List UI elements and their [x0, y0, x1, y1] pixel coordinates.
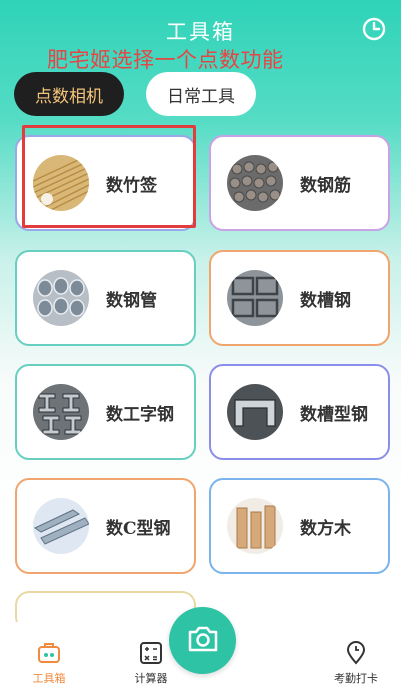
card-label: 数槽型钢	[300, 404, 368, 425]
tab-daily-tools[interactable]: 日常工具	[146, 72, 256, 116]
channel-steel-image	[227, 270, 283, 326]
card-count-channel-section-steel[interactable]: 数槽型钢	[209, 364, 390, 460]
location-clock-icon	[343, 640, 369, 666]
card-label: 数槽钢	[300, 290, 351, 311]
card-label: 数钢管	[106, 290, 157, 311]
camera-button[interactable]	[169, 607, 236, 674]
card-count-channel-steel[interactable]: 数槽钢	[209, 250, 390, 346]
tabbar-label: 计算器	[134, 672, 168, 685]
rebar-image	[227, 155, 283, 211]
steel-pipe-image	[33, 270, 89, 326]
tabbar-label: 工具箱	[32, 672, 66, 685]
tab-counting-camera[interactable]: 点数相机	[14, 72, 124, 116]
annotation-text: 肥宅姬选择一个点数功能	[47, 48, 284, 72]
camera-icon	[186, 624, 220, 658]
card-count-rebar[interactable]: 数钢筋	[209, 135, 390, 231]
tabbar-label: 考勤打卡	[334, 672, 378, 685]
card-label: 数C型钢	[106, 518, 171, 539]
card-label: 数钢筋	[300, 175, 351, 196]
card-count-i-beam[interactable]: 数工字钢	[15, 364, 196, 460]
history-clock-icon[interactable]	[361, 16, 387, 42]
calculator-icon	[138, 640, 164, 666]
bamboo-sticks-image	[33, 155, 89, 211]
page-title: 工具箱	[166, 20, 235, 44]
tabbar-item-attendance[interactable]: 考勤打卡	[321, 640, 391, 686]
card-label: 数工字钢	[106, 404, 174, 425]
i-beam-image	[33, 384, 89, 440]
toolbox-icon	[36, 640, 62, 666]
card-count-steel-pipe[interactable]: 数钢管	[15, 250, 196, 346]
card-label: 数竹签	[106, 175, 157, 196]
c-steel-image	[33, 498, 89, 554]
card-count-c-steel[interactable]: 数C型钢	[15, 478, 196, 574]
channel-section-image	[227, 384, 283, 440]
square-timber-image	[227, 498, 283, 554]
tabbar-item-toolbox[interactable]: 工具箱	[14, 640, 84, 686]
card-count-bamboo-sticks[interactable]: 数竹签	[15, 135, 196, 231]
card-label: 数方木	[300, 518, 351, 539]
card-count-square-timber[interactable]: 数方木	[209, 478, 390, 574]
